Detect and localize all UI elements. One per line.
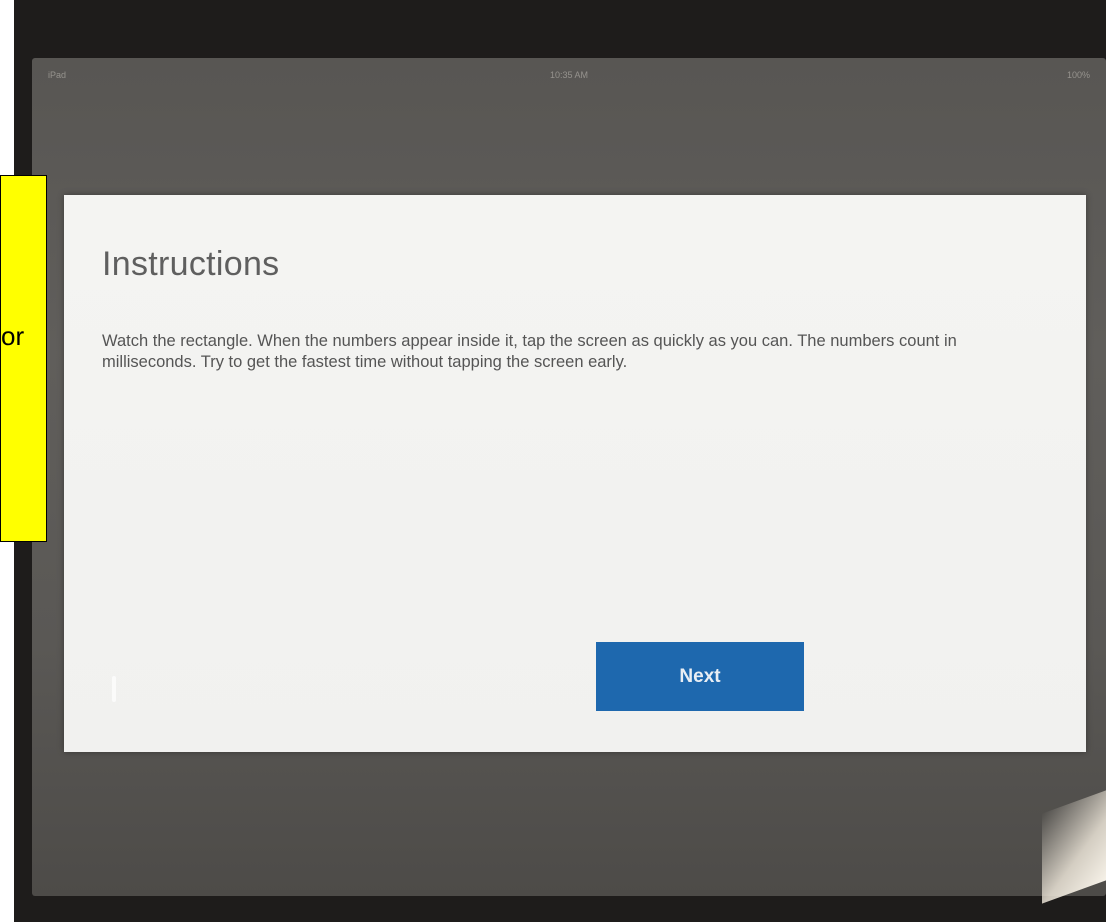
status-time: 10:35 AM xyxy=(549,70,589,80)
screen-reflection xyxy=(112,676,116,702)
photo-frame: iPad 10:35 AM 100% Instructions Watch th… xyxy=(14,0,1106,922)
tablet-screen: iPad 10:35 AM 100% Instructions Watch th… xyxy=(32,58,1106,896)
status-battery: 100% xyxy=(1066,70,1090,80)
yellow-callout-box: or xyxy=(0,175,47,542)
dialog-title: Instructions xyxy=(102,245,280,283)
next-button[interactable]: Next xyxy=(596,642,804,711)
callout-text: or xyxy=(1,321,25,351)
status-bar: iPad 10:35 AM 100% xyxy=(32,58,1106,88)
status-carrier: iPad xyxy=(48,70,67,80)
dialog-body-text: Watch the rectangle. When the numbers ap… xyxy=(102,332,957,371)
instructions-dialog: Instructions Watch the rectangle. When t… xyxy=(64,195,1086,752)
